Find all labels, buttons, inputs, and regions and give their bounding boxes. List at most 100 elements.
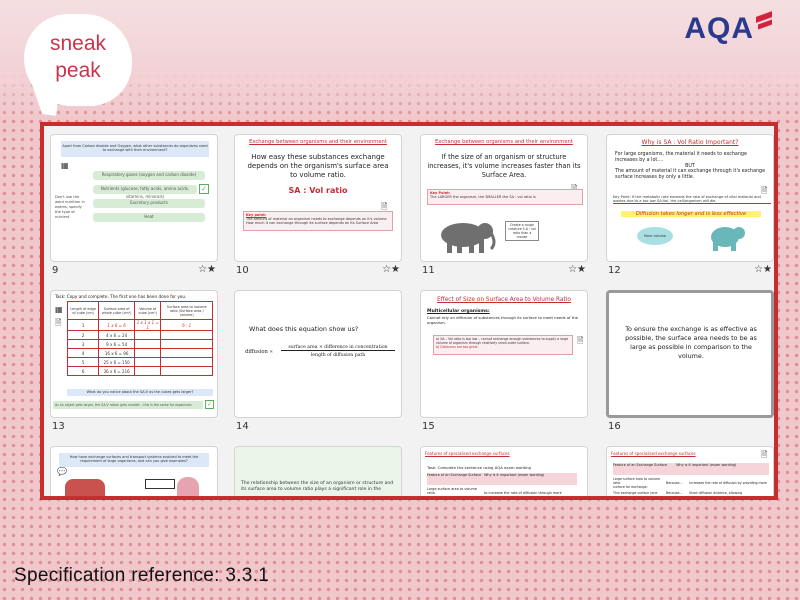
- table-cell: [133, 339, 162, 349]
- slide-card-15[interactable]: Effect of Size on Surface Area to Volume…: [420, 290, 588, 436]
- slide-question: What does this equation show us?: [249, 325, 359, 333]
- table-cell: 2: [66, 330, 100, 340]
- slide-thumbnail[interactable]: Features of specialised exchange surface…: [420, 446, 588, 496]
- check-icon: ✓: [205, 400, 214, 409]
- specification-reference: Specification reference: 3.3.1: [14, 565, 270, 586]
- slide-title: Features of specialised exchange surface…: [425, 451, 510, 456]
- slide-thumbnail[interactable]: Exchange between organisms and their env…: [420, 134, 588, 262]
- slide-number: 13: [52, 421, 65, 432]
- table-cell: Because...: [666, 491, 683, 495]
- slide-thumbnail[interactable]: Exchange between organisms and their env…: [234, 134, 402, 262]
- table-header: Feature of an Exchange Surface: [613, 463, 668, 467]
- table-row: Large surface area to volume ratio Becau…: [613, 477, 769, 489]
- table-row: Large surface area to volume ratio to in…: [427, 487, 577, 495]
- slide-number: 11: [422, 265, 435, 276]
- slide-title: Exchange between organisms and their env…: [249, 139, 387, 145]
- table-cell: Large surface area to volume ratio: [427, 487, 477, 495]
- equation-left: diffusion ∝: [245, 349, 273, 355]
- table-cell: 1: [66, 319, 100, 331]
- slide-card-12[interactable]: Why is SA : Vol Ratio Important? For lar…: [606, 134, 774, 280]
- slide-thumbnail[interactable]: Apart from Carbon dioxide and Oxygen, wh…: [50, 134, 218, 262]
- star-icon[interactable]: ☆★: [382, 264, 400, 275]
- cell-blob: More volume: [637, 227, 673, 245]
- slide-thumbnail[interactable]: Task: Copy and complete. The first one h…: [50, 290, 218, 418]
- slide-card-17[interactable]: How have exchange surfaces and transport…: [50, 446, 218, 496]
- star-icon[interactable]: ☆★: [568, 264, 586, 275]
- star-icon[interactable]: ☆★: [754, 264, 772, 275]
- slide-highlight: Diffusion takes longer and is less effec…: [621, 211, 761, 217]
- slide-number: 12: [608, 265, 621, 276]
- star-icon[interactable]: ☆★: [198, 264, 216, 275]
- slide-card-10[interactable]: Exchange between organisms and their env…: [234, 134, 402, 280]
- answer-pill-3: Excretory products: [93, 199, 205, 208]
- slide-question: How have exchange surfaces and transport…: [59, 453, 209, 467]
- table-header-row: Feature of an Exchange Surface Why is it…: [613, 463, 769, 475]
- slide-number: 16: [608, 421, 621, 432]
- slide-body-1: For large organisms, the material it nee…: [615, 152, 747, 163]
- equation-numerator: surface area × difference in concentrati…: [281, 345, 395, 351]
- slide-thumbnail[interactable]: Effect of Size on Surface Area to Volume…: [420, 290, 588, 418]
- slide-card-20[interactable]: Features of specialised exchange surface…: [606, 446, 774, 496]
- table-row: 2 4 x 6 = 24: [66, 330, 213, 340]
- slide-number: 9: [52, 265, 59, 276]
- table-cell: [160, 357, 213, 367]
- table-cell: 16 x 6 = 96: [98, 348, 135, 358]
- slide-card-19[interactable]: Features of specialised exchange surface…: [420, 446, 588, 496]
- slide-thumbnail-selected[interactable]: To ensure the exchange is as effective a…: [606, 290, 774, 418]
- elephant-illustration: [711, 227, 745, 251]
- table-icon: ▦: [61, 161, 69, 170]
- bubble-line-2: peak: [55, 59, 101, 82]
- slide-card-14[interactable]: What does this equation show us? diffusi…: [234, 290, 402, 436]
- key-point-text: Key Point: If the metabolic rate exceeds…: [613, 195, 771, 204]
- bubble-line-1: sneak: [49, 32, 107, 55]
- slide-card-11[interactable]: Exchange between organisms and their env…: [420, 134, 588, 280]
- point-a: a) SA – Vol ratio is too low – cannot ex…: [436, 337, 569, 345]
- table-cell: [133, 330, 162, 340]
- table-cell: 3: [66, 339, 100, 349]
- answer-pill: As an object gets larger, the SA:V ratio…: [53, 401, 203, 409]
- slide-body: The relationship between the size of an …: [241, 481, 394, 492]
- table-cell: Large surface area to volume ratio: [613, 477, 660, 485]
- answer-pill-1: Respiratory gases (oxygen and carbon dio…: [93, 171, 205, 180]
- points-box: a) SA – Vol ratio is too low – cannot ex…: [433, 335, 573, 355]
- table-cell: to increase the rate of diffusion throug…: [484, 491, 562, 495]
- table-cell: [160, 339, 213, 349]
- table-cell: [133, 357, 162, 367]
- table-cell: 9 x 6 = 54: [98, 339, 135, 349]
- table-cell: [133, 366, 162, 376]
- slide-card-9[interactable]: Apart from Carbon dioxide and Oxygen, wh…: [50, 134, 218, 280]
- slide-body: If the size of an organism or structure …: [427, 153, 581, 179]
- table-cell: Short diffusion distance, allowing: [689, 491, 742, 495]
- slide-card-18[interactable]: The relationship between the size of an …: [234, 446, 402, 496]
- diagram-label: [145, 479, 175, 489]
- slide-thumbnail[interactable]: How have exchange surfaces and transport…: [50, 446, 218, 496]
- organ-illustration: [65, 479, 105, 496]
- table-cell: [160, 330, 213, 340]
- table-cell: 4 x 6 = 24: [98, 330, 135, 340]
- table-header-row: Feature of an Exchange Surface Why is it…: [427, 473, 577, 485]
- elephant-illustration: [441, 223, 496, 253]
- answer-pill-4: Heat: [93, 213, 205, 222]
- point-b: b) Distances are too great: [436, 345, 478, 349]
- table-header: Volume of cube (cm³): [133, 301, 162, 320]
- key-point-2: How much it can exchange through its sur…: [246, 221, 379, 225]
- table-row: 5 25 x 6 = 150: [66, 357, 213, 367]
- slide-thumbnail[interactable]: Features of specialised exchange surface…: [606, 446, 774, 496]
- slide-highlight: SA : Vol ratio: [288, 186, 348, 195]
- table-header: Feature of an Exchange Surface: [427, 473, 482, 477]
- cube-table: Length of edge of cube (cm) Surface area…: [66, 301, 213, 376]
- task-text: Task: Copy and complete. The first one h…: [55, 294, 187, 299]
- slide-thumbnail[interactable]: Why is SA : Vol Ratio Important? For lar…: [606, 134, 774, 262]
- table-cell: 1 x 6 = 6: [98, 319, 135, 331]
- table-cell: Because...: [666, 481, 683, 485]
- check-icon: ✓: [199, 184, 209, 194]
- slide-card-13[interactable]: Task: Copy and complete. The first one h…: [50, 290, 218, 436]
- slide-thumbnail[interactable]: The relationship between the size of an …: [234, 446, 402, 496]
- callout-box: Create a rough creature S.A : vol ratio …: [505, 221, 539, 241]
- key-point-text: The LARGER the organism, the SMALLER the…: [430, 195, 536, 199]
- slide-number: 10: [236, 265, 249, 276]
- speech-bubble-tail: [28, 84, 60, 116]
- slide-title: Features of specialised exchange surface…: [611, 451, 696, 456]
- slide-card-16[interactable]: To ensure the exchange is as effective a…: [606, 290, 774, 436]
- slide-thumbnail[interactable]: What does this equation show us? diffusi…: [234, 290, 402, 418]
